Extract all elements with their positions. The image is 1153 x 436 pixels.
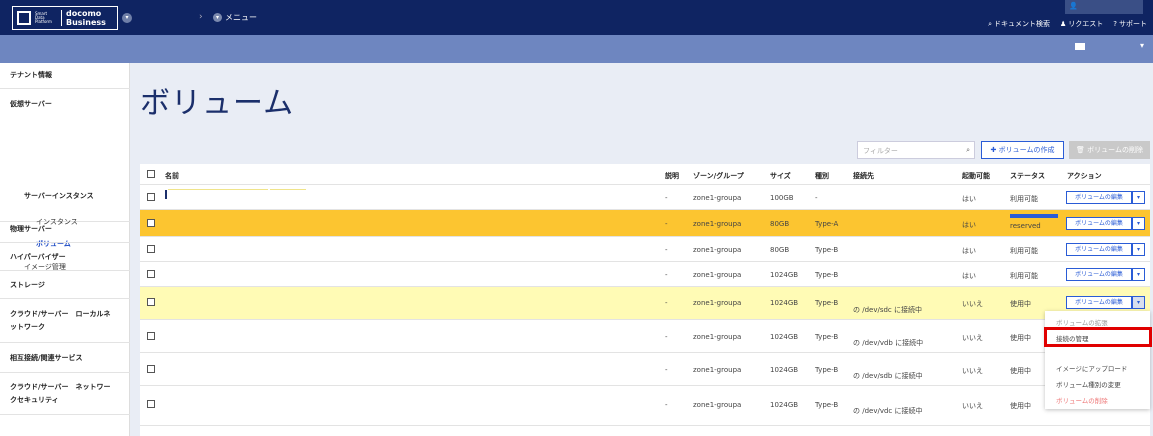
row-checkbox[interactable] bbox=[147, 298, 155, 306]
action-dropdown-toggle[interactable]: ▾ bbox=[1132, 243, 1145, 256]
row-checkbox[interactable] bbox=[147, 219, 155, 227]
delete-volume-button[interactable]: 🗑 ボリュームの削除 bbox=[1069, 141, 1150, 159]
help-icon: ? bbox=[1113, 20, 1117, 28]
header-links: ⌕ ドキュメント検索 ♟ リクエスト ? サポート bbox=[988, 19, 1147, 29]
action-dropdown-toggle[interactable]: ▾ bbox=[1132, 191, 1145, 204]
row-checkbox[interactable] bbox=[147, 245, 155, 253]
menu-item-extend-volume[interactable]: ボリュームの拡張 bbox=[1056, 317, 1108, 327]
sidebar-item-storage[interactable]: ストレージ bbox=[0, 271, 130, 299]
col-name[interactable]: 名前 bbox=[165, 171, 179, 181]
col-bootable[interactable]: 起動可能 bbox=[962, 171, 990, 181]
select-all-checkbox[interactable] bbox=[147, 170, 155, 178]
table-row[interactable]: - zone1-groupa 1024GB Type-B はい 利用可能 ボリュ… bbox=[140, 262, 1150, 287]
edit-volume-button[interactable]: ボリュームの編集 bbox=[1066, 268, 1132, 281]
status-badge: reserved bbox=[1010, 222, 1041, 230]
mail-icon[interactable] bbox=[1075, 43, 1085, 50]
row-checkbox[interactable] bbox=[147, 400, 155, 408]
table-row[interactable]: - zone1-groupa 1024GB Type-B の /dev/sdc … bbox=[140, 287, 1150, 320]
sidebar-item-hypervisor[interactable]: ハイパーバイザー bbox=[0, 243, 130, 271]
logo-small-text: Smart Data Platform bbox=[35, 11, 52, 24]
action-dropdown-toggle[interactable]: ▾ bbox=[1132, 296, 1145, 309]
row-checkbox[interactable] bbox=[147, 365, 155, 373]
table-row[interactable]: - zone1-groupa 1024GB Type-B の /dev/vdc … bbox=[140, 386, 1150, 426]
edit-volume-button[interactable]: ボリュームの編集 bbox=[1066, 243, 1132, 256]
col-zone[interactable]: ゾーン/グループ bbox=[693, 171, 744, 181]
chevron-right-icon: › bbox=[199, 12, 203, 22]
row-checkbox[interactable] bbox=[147, 270, 155, 278]
doc-search-link[interactable]: ⌕ ドキュメント検索 bbox=[988, 19, 1050, 29]
chevron-down-icon[interactable]: ▾ bbox=[122, 13, 132, 23]
user-menu[interactable]: 👤 bbox=[1065, 0, 1143, 14]
col-size[interactable]: サイズ bbox=[770, 171, 791, 181]
menu-item-change-volume-type[interactable]: ボリューム種別の変更 bbox=[1056, 379, 1121, 389]
menu-button[interactable]: ▾ メニュー bbox=[213, 12, 257, 23]
sub-bar: ▾ bbox=[0, 35, 1153, 63]
logo-square-icon bbox=[17, 11, 31, 25]
logo[interactable]: Smart Data Platform docomo Business bbox=[12, 6, 118, 30]
highlight-box bbox=[1044, 327, 1152, 347]
row-checkbox[interactable] bbox=[147, 332, 155, 340]
action-dropdown-toggle[interactable]: ▾ bbox=[1132, 217, 1145, 230]
table-row[interactable]: - zone1-groupa 1024GB Type-B の /dev/vdb … bbox=[140, 320, 1150, 353]
sidebar-item-cloud-network-security[interactable]: クラウド/サーバー ネットワークセキュリティ bbox=[0, 373, 130, 415]
sidebar-group-virtual-server: 仮想サーバー bbox=[0, 89, 130, 222]
col-description[interactable]: 説明 bbox=[665, 171, 679, 181]
page-title: ボリューム bbox=[140, 86, 295, 121]
create-volume-button[interactable]: ✚ ボリュームの作成 bbox=[981, 141, 1064, 159]
action-dropdown-toggle[interactable]: ▾ bbox=[1132, 268, 1145, 281]
chevron-down-icon: ▾ bbox=[213, 13, 222, 22]
sidebar-item-physical-server[interactable]: 物理サーバー bbox=[0, 216, 130, 243]
menu-item-upload-to-image[interactable]: イメージにアップロード bbox=[1056, 363, 1127, 373]
search-icon: ⌕ bbox=[988, 19, 992, 28]
search-icon: ⌕ bbox=[966, 146, 970, 154]
col-attached[interactable]: 接続先 bbox=[853, 171, 874, 181]
support-link[interactable]: ? サポート bbox=[1113, 19, 1147, 29]
table-row[interactable]: - zone1-groupa 80GB Type-A はい reserved ボ… bbox=[140, 210, 1150, 237]
row-checkbox[interactable] bbox=[147, 193, 155, 201]
logo-brand-top: docomo bbox=[66, 9, 102, 18]
sidebar-item-interconnect[interactable]: 相互接続/関連サービス bbox=[0, 343, 130, 373]
trash-icon: 🗑 bbox=[1076, 146, 1085, 154]
sidebar-item-cloud-local-network[interactable]: クラウド/サーバー ローカルネットワーク bbox=[0, 299, 130, 343]
table-row[interactable]: - zone1-groupa 80GB Type-B はい 利用可能 ボリューム… bbox=[140, 237, 1150, 262]
table-row[interactable]: - zone1-groupa 1024GB Type-B の /dev/sdb … bbox=[140, 353, 1150, 386]
volume-table: 名前 説明 ゾーン/グループ サイズ 種別 接続先 起動可能 ステータス アクシ… bbox=[140, 164, 1150, 436]
menu-label: メニュー bbox=[225, 13, 257, 22]
table-row[interactable]: - zone1-groupa 100GB - はい 利用可能 ボリュームの編集 … bbox=[140, 185, 1150, 210]
col-type[interactable]: 種別 bbox=[815, 171, 829, 181]
sidebar: テナント情報 仮想サーバー サーバーインスタンス インスタンス ボリューム イメ… bbox=[0, 63, 130, 436]
plus-icon: ✚ bbox=[990, 146, 997, 154]
status-progress-bar bbox=[1010, 214, 1058, 218]
table-header: 名前 説明 ゾーン/グループ サイズ 種別 接続先 起動可能 ステータス アクシ… bbox=[140, 164, 1150, 185]
user-icon: 👤 bbox=[1069, 2, 1078, 10]
filter-input[interactable]: フィルター ⌕ bbox=[857, 141, 975, 159]
col-status[interactable]: ステータス bbox=[1010, 171, 1045, 181]
menu-item-delete-volume[interactable]: ボリュームの削除 bbox=[1056, 395, 1108, 405]
sidebar-item-virtual-server[interactable]: 仮想サーバー bbox=[10, 99, 52, 109]
person-icon: ♟ bbox=[1060, 20, 1067, 28]
filter-placeholder: フィルター bbox=[863, 147, 898, 155]
edit-volume-button[interactable]: ボリュームの編集 bbox=[1066, 191, 1132, 204]
logo-brand-bottom: Business bbox=[66, 18, 106, 27]
chevron-down-icon[interactable]: ▾ bbox=[1140, 41, 1144, 50]
edit-volume-button[interactable]: ボリュームの編集 bbox=[1066, 296, 1132, 309]
edit-volume-button[interactable]: ボリュームの編集 bbox=[1066, 217, 1132, 230]
top-bar: Smart Data Platform docomo Business ▾ › … bbox=[0, 0, 1153, 35]
action-dropdown-menu: ボリュームの拡張 接続の管理 イメージにアップロード ボリューム種別の変更 ボリ… bbox=[1045, 311, 1150, 409]
sidebar-item-tenant[interactable]: テナント情報 bbox=[0, 63, 130, 89]
request-link[interactable]: ♟ リクエスト bbox=[1060, 19, 1103, 29]
sidebar-item-server-instance[interactable]: サーバーインスタンス bbox=[24, 191, 94, 201]
col-action: アクション bbox=[1067, 172, 1102, 180]
